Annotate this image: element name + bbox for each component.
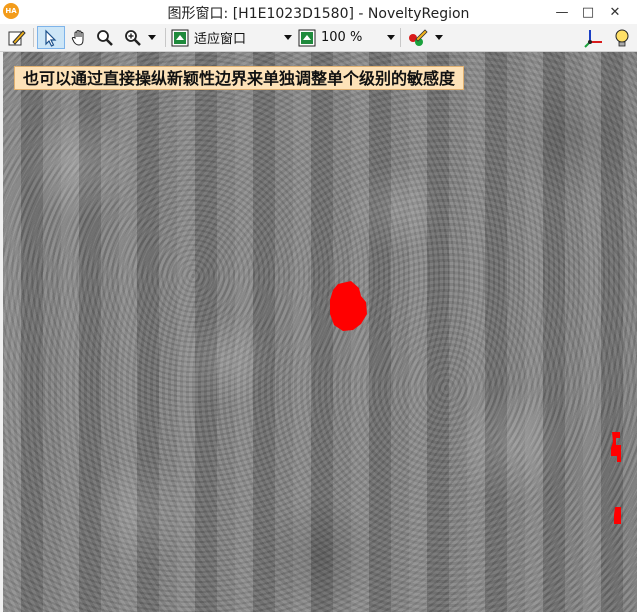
image-canvas[interactable]: [3, 52, 637, 612]
color-draw-icon[interactable]: [404, 26, 446, 49]
minimize-button[interactable]: —: [548, 0, 576, 24]
fit-window-icon: [171, 29, 189, 46]
window-title: 图形窗口: [H1E1023D1580] - NoveltyRegion: [167, 6, 470, 22]
maximize-button[interactable]: □: [574, 0, 602, 24]
chevron-down-icon: [435, 35, 443, 40]
zoom-in-icon[interactable]: [119, 26, 161, 49]
toolbar-separator: [400, 28, 401, 47]
chevron-down-icon: [148, 35, 156, 40]
lightbulb-icon[interactable]: [610, 26, 634, 49]
chevron-down-icon: [284, 35, 292, 40]
novelty-region: [330, 281, 367, 331]
magnify-icon[interactable]: [93, 26, 117, 49]
toolbar: 适应窗口 100 %: [0, 24, 637, 52]
close-button[interactable]: ✕: [601, 0, 629, 24]
pointer-icon[interactable]: [37, 26, 65, 49]
zoom-percent-dropdown[interactable]: 100 %: [297, 26, 397, 49]
novelty-region: [611, 432, 621, 462]
fit-window-dropdown[interactable]: 适应窗口: [170, 26, 294, 49]
zoom-percent-icon: [298, 29, 316, 46]
hand-icon[interactable]: [67, 26, 91, 49]
zoom-percent-value: 100 %: [321, 30, 363, 45]
toolbar-separator: [33, 28, 34, 47]
axis-icon[interactable]: [582, 26, 606, 49]
fit-window-label: 适应窗口: [194, 32, 247, 47]
title-bar: HA 图形窗口: [H1E1023D1580] - NoveltyRegion …: [0, 0, 637, 25]
toolbar-separator: [165, 28, 166, 47]
novelty-region: [614, 507, 621, 524]
edit-icon[interactable]: [4, 26, 30, 49]
chevron-down-icon: [387, 35, 395, 40]
info-banner: 也可以通过直接操纵新颖性边界来单独调整单个级别的敏感度: [14, 66, 465, 90]
